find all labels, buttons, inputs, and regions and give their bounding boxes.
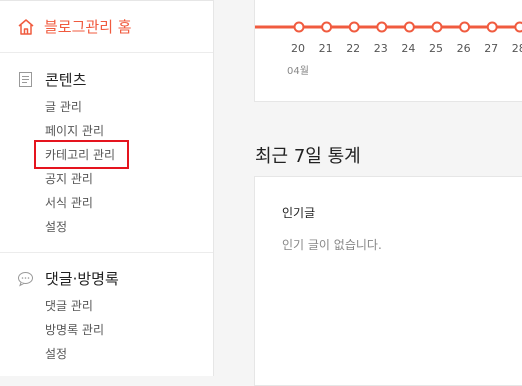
- section-divider: [0, 252, 213, 253]
- data-point: [486, 21, 498, 33]
- document-icon: [17, 71, 34, 88]
- section-title-contents: 콘텐츠: [17, 69, 86, 90]
- home-icon: [17, 18, 35, 36]
- menu-item-templates[interactable]: 서식 관리: [45, 194, 93, 211]
- data-point: [376, 21, 388, 33]
- section-title-label: 댓글·방명록: [45, 270, 119, 288]
- data-point: [514, 21, 522, 33]
- data-point: [321, 21, 333, 33]
- menu-item-guestbook[interactable]: 방명록 관리: [45, 321, 104, 338]
- x-tick-label: 27: [484, 42, 499, 55]
- data-point: [403, 21, 415, 33]
- x-tick-label: 20: [291, 42, 305, 55]
- menu-item-notices[interactable]: 공지 관리: [45, 170, 93, 187]
- speech-bubble-icon: [17, 270, 34, 287]
- recent-stats-title: 최근 7일 통계: [255, 146, 361, 167]
- x-tick-label: 22: [346, 42, 361, 55]
- data-point: [348, 21, 360, 33]
- popular-posts-empty-message: 인기 글이 없습니다.: [282, 238, 382, 252]
- menu-item-comments[interactable]: 댓글 관리: [45, 297, 93, 314]
- section-title-label: 콘텐츠: [45, 71, 87, 89]
- x-tick-label: 23: [373, 42, 388, 55]
- x-tick-label: 26: [456, 42, 471, 55]
- visitor-line-chart: [255, 21, 522, 33]
- menu-item-posts[interactable]: 글 관리: [45, 98, 82, 115]
- menu-item-comment-settings[interactable]: 설정: [45, 345, 67, 362]
- category-highlight-box: [34, 140, 129, 169]
- month-label: 04월: [287, 66, 309, 77]
- x-tick-label: 28: [511, 42, 522, 55]
- data-point: [431, 21, 443, 33]
- home-label: 블로그관리 홈: [44, 18, 132, 36]
- sidebar: 블로그관리 홈 콘텐츠 글 관리 페이지 관리 카테고리 관리 공지 관리 서식…: [0, 0, 214, 376]
- menu-item-content-settings[interactable]: 설정: [45, 218, 67, 235]
- x-tick-label: 21: [318, 42, 333, 55]
- menu-item-pages[interactable]: 페이지 관리: [45, 122, 104, 139]
- blog-admin-home-link[interactable]: 블로그관리 홈: [0, 1, 213, 53]
- data-point: [459, 21, 471, 33]
- data-point: [293, 21, 305, 33]
- popular-posts-label: 인기글: [282, 206, 316, 220]
- x-tick-label: 24: [401, 42, 416, 55]
- section-title-comments: 댓글·방명록: [17, 268, 119, 289]
- x-tick-label: 25: [429, 42, 443, 55]
